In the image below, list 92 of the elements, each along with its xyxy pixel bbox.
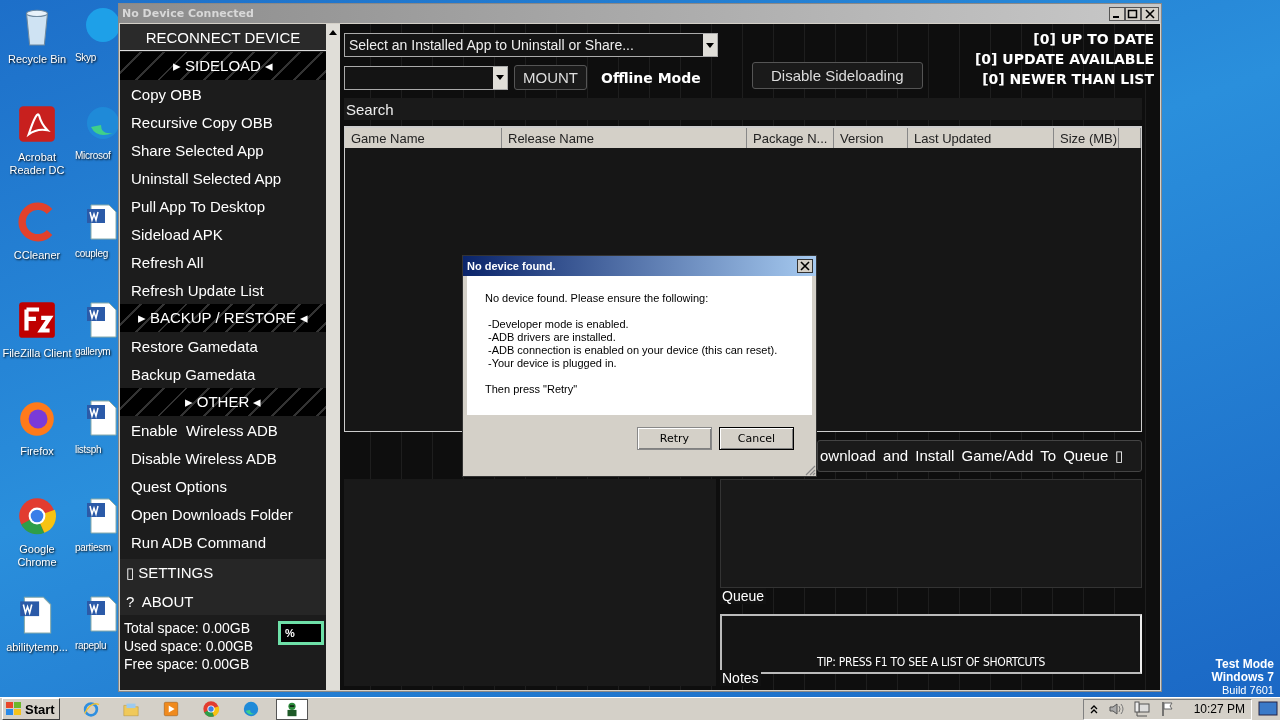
icon-label: FileZilla Client <box>2 347 72 360</box>
search-field[interactable]: Search <box>344 98 1142 120</box>
icon-label: gallerym <box>75 345 111 358</box>
scroll-bar[interactable] <box>326 24 340 690</box>
icon-label: rapeplu <box>75 639 107 652</box>
clock[interactable]: 10:27 PM <box>1193 702 1245 716</box>
minimize-icon[interactable] <box>1109 6 1125 21</box>
sidebar-item[interactable]: Open Downloads Folder <box>120 500 326 528</box>
flag-icon[interactable] <box>1159 701 1176 717</box>
sidebar-item[interactable]: Sideload APK <box>120 220 326 248</box>
show-desktop-icon[interactable] <box>1258 700 1278 718</box>
notes-label: Notes <box>720 670 761 686</box>
sidebar-item[interactable]: Quest Options <box>120 472 326 500</box>
download-install-button[interactable]: ownload and Install Game/Add To Queue ▯ <box>817 440 1142 472</box>
storage-text: Used space: 0.00GB <box>124 637 255 655</box>
speaker-icon[interactable] <box>1107 702 1124 716</box>
column-header[interactable]: Last Updated <box>908 128 1054 148</box>
resize-grip-icon[interactable] <box>804 464 816 476</box>
sidebar-item[interactable]: Enable Wireless ADB <box>120 416 326 444</box>
status-text: [0] UPDATE AVAILABLE <box>974 50 1154 69</box>
status-text: [0] UP TO DATE <box>1033 30 1154 49</box>
sidebar-item[interactable]: Copy OBB <box>120 80 326 108</box>
sidebar-item[interactable]: Pull App To Desktop <box>120 192 326 220</box>
sidebar-item[interactable]: Uninstall Selected App <box>120 164 326 192</box>
message-text: -ADB drivers are installed. <box>487 331 616 344</box>
section-header: ▸ BACKUP / RESTORE ◂ <box>120 304 326 332</box>
icon-label: partiesm <box>75 541 111 554</box>
sidebar-item[interactable]: Share Selected App <box>120 136 326 164</box>
sidebar-item[interactable]: Refresh All <box>120 248 326 276</box>
sidebar-item[interactable]: Run ADB Command <box>120 528 326 556</box>
os-notice: Windows 7 <box>1211 671 1274 684</box>
chevron-up-icon[interactable] <box>1089 704 1098 714</box>
dialog-button[interactable]: Cancel <box>719 427 794 450</box>
chrome-icon[interactable] <box>16 495 58 537</box>
icon-label: Acrobat Reader DC <box>8 151 66 177</box>
icon-label: Google Chrome <box>16 543 58 569</box>
status-text: [0] NEWER THAN LIST <box>982 70 1154 89</box>
section-header: ▸ SIDELOAD ◂ <box>120 52 326 80</box>
message-text: -ADB connection is enabled on your device (this can reset). <box>487 344 778 357</box>
column-header[interactable]: Game Name <box>345 128 502 148</box>
icon-label: coupleg <box>75 247 108 260</box>
dialog-button[interactable]: Retry <box>637 427 712 450</box>
message-text: No device found. Please ensure the following: <box>485 292 709 305</box>
dropdown-arrow-icon <box>496 75 504 80</box>
icon-label: Skyp <box>75 51 97 64</box>
column-header[interactable]: Version <box>834 128 908 148</box>
message-text: -Your device is plugged in. <box>487 357 617 370</box>
column-header[interactable]: Size (MB) <box>1054 128 1119 148</box>
sidebar-item[interactable]: Recursive Copy OBB <box>120 108 326 136</box>
sidebar-item[interactable]: ? ABOUT <box>120 587 326 615</box>
mode-label: Offline Mode <box>601 69 701 86</box>
sidebar-item[interactable]: ▯ SETTINGS <box>120 559 326 587</box>
icon-label: CCleaner <box>13 249 61 262</box>
column-header[interactable]: Release Name <box>502 128 747 148</box>
close-icon[interactable] <box>797 259 813 273</box>
message-text: Then press "Retry" <box>485 383 578 396</box>
storage-text: Total space: 0.00GB <box>124 619 252 637</box>
device-select[interactable] <box>344 65 508 90</box>
start-button[interactable]: Start <box>2 698 60 720</box>
window-title: No Device Connected <box>122 7 254 20</box>
chrome-icon[interactable] <box>201 700 220 718</box>
media-player-icon[interactable] <box>161 700 180 718</box>
acrobat-icon[interactable] <box>16 103 58 145</box>
disable-sideloading-button[interactable]: Disable Sideloading <box>752 62 923 89</box>
message-text: -Developer mode is enabled. <box>487 318 629 331</box>
dialog-title: No device found. <box>467 260 556 272</box>
icon-label: listsph <box>75 443 102 456</box>
percent-indicator: % <box>278 621 324 645</box>
close-icon[interactable] <box>1141 6 1159 21</box>
icon-label: Microsof <box>75 149 111 162</box>
filezilla-icon[interactable] <box>16 299 58 341</box>
storage-text: Free space: 0.00GB <box>124 655 251 673</box>
sidebar-item[interactable]: Refresh Update List <box>120 276 326 304</box>
mount-button[interactable]: MOUNT <box>514 65 587 90</box>
sidebar-item[interactable]: Restore Gamedata <box>120 332 326 360</box>
reconnect-device-button[interactable]: RECONNECT DEVICE <box>120 24 326 51</box>
icon-label: Firefox <box>20 445 54 458</box>
os-notice: Build 7601 <box>1222 684 1274 697</box>
section-header: ▸ OTHER ◂ <box>120 388 326 416</box>
sidebar-item[interactable]: Backup Gamedata <box>120 360 326 388</box>
column-header[interactable]: Package N... <box>747 128 834 148</box>
icon-label: abilitytemp... <box>6 641 68 654</box>
dropdown-arrow-icon <box>706 42 714 48</box>
sidebar-item[interactable]: Disable Wireless ADB <box>120 444 326 472</box>
windows-logo-icon <box>5 701 23 717</box>
os-notice: Test Mode <box>1215 658 1274 671</box>
tip-text: TIP: PRESS F1 TO SEE A LIST OF SHORTCUTS <box>816 655 1046 669</box>
network-icon[interactable] <box>1133 701 1150 717</box>
app-select[interactable]: Select an Installed App to Uninstall or Share... <box>344 33 718 57</box>
icon-label: Recycle Bin <box>7 53 67 66</box>
maximize-icon[interactable] <box>1125 6 1141 21</box>
queue-label: Queue <box>720 588 767 604</box>
